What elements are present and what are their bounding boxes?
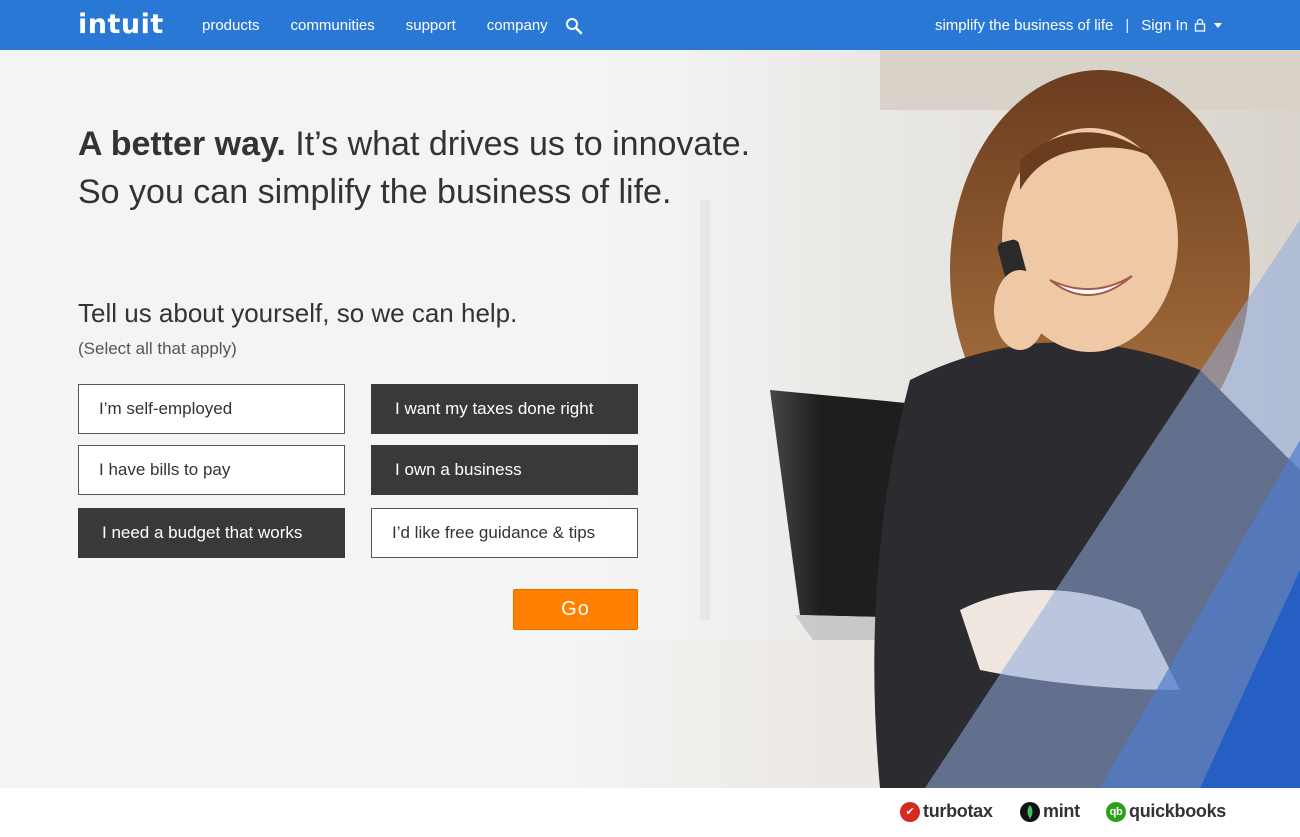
hero-section: A better way. It’s what drives us to inn… — [0, 50, 1300, 788]
quickbooks-logo[interactable]: qb quickbooks — [1106, 801, 1226, 822]
option-own-business[interactable]: I own a business — [371, 445, 638, 495]
sign-in-label: Sign In — [1141, 16, 1188, 34]
nav-support[interactable]: support — [406, 17, 456, 34]
mint-logo[interactable]: mint — [1020, 801, 1080, 822]
headline-rest: It’s what drives us to innovate. — [285, 125, 751, 163]
chevron-down-icon — [1214, 22, 1222, 28]
nav-company[interactable]: company — [487, 17, 548, 34]
turbotax-logo[interactable]: ✔ turbotax — [900, 801, 993, 822]
intuit-logo[interactable]: intuit — [78, 9, 164, 40]
nav-products[interactable]: products — [202, 17, 260, 34]
turbotax-label: turbotax — [923, 801, 993, 821]
footer: ✔ turbotax mint qb quickbooks — [0, 788, 1300, 837]
top-nav-bar: intuit products communities support comp… — [0, 0, 1300, 50]
sign-in-button[interactable]: Sign In — [1141, 17, 1222, 34]
headline-line2: So you can simplify the business of life… — [78, 173, 672, 211]
option-self-employed[interactable]: I’m self-employed — [78, 384, 345, 434]
question-note: (Select all that apply) — [78, 339, 237, 358]
go-button[interactable]: Go — [513, 589, 638, 630]
mint-label: mint — [1043, 801, 1080, 821]
nav-separator: | — [1125, 16, 1130, 34]
quickbooks-label: quickbooks — [1129, 801, 1227, 821]
nav-communities[interactable]: communities — [291, 17, 375, 34]
checkmark-icon: ✔ — [900, 801, 920, 822]
option-bills-to-pay[interactable]: I have bills to pay — [78, 445, 345, 495]
search-icon[interactable] — [565, 17, 583, 35]
hero-headline: A better way. It’s what drives us to inn… — [78, 120, 750, 216]
option-budget[interactable]: I need a budget that works — [78, 508, 345, 558]
leaf-icon — [1020, 801, 1040, 822]
tagline-link[interactable]: simplify the business of life — [935, 17, 1113, 34]
option-free-guidance[interactable]: I’d like free guidance & tips — [371, 508, 638, 558]
option-taxes-done-right[interactable]: I want my taxes done right — [371, 384, 638, 434]
main-nav: products communities support company — [202, 0, 579, 50]
headline-bold: A better way. — [78, 125, 286, 163]
lock-icon — [1194, 18, 1206, 32]
question-heading: Tell us about yourself, so we can help. — [78, 298, 518, 328]
header-right: simplify the business of life | Sign In — [935, 0, 1222, 50]
qb-icon: qb — [1106, 801, 1126, 822]
